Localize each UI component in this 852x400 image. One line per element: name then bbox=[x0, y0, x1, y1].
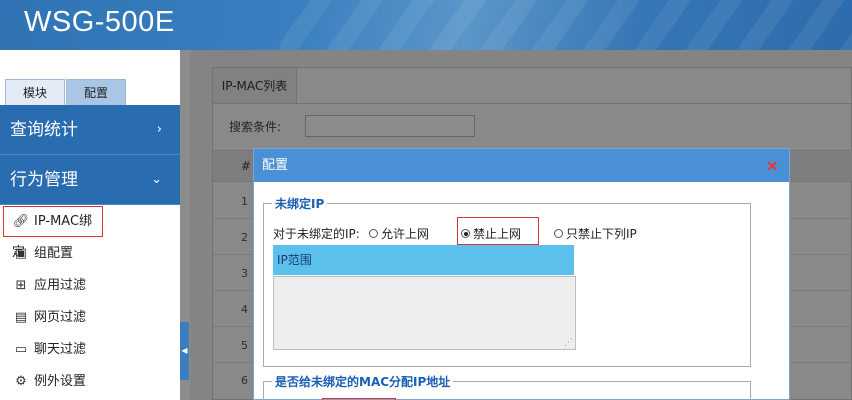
gear-icon: ⚙ bbox=[15, 374, 27, 389]
tab-config[interactable]: 配置 bbox=[66, 79, 126, 105]
dialog-header: 配置 × bbox=[254, 149, 789, 182]
ip-range-header: IP范围 bbox=[273, 245, 574, 275]
sidebar-collapse-handle[interactable]: ◀ bbox=[180, 322, 189, 380]
section-legend: 未绑定IP bbox=[272, 195, 328, 212]
radio-label: 允许上网 bbox=[381, 227, 430, 241]
sidebar-item-label: 组配置 bbox=[34, 246, 74, 261]
sidebar-submenu: 🔗︎ IP-MAC绑定 ▣ 组配置 ⊞ 应用过滤 ▤ 网页过滤 ▭ 聊天过滤 ⚙ 例外设置 bbox=[0, 205, 180, 400]
sidebar-item-chat-filter[interactable]: ▭ 聊天过滤 bbox=[0, 334, 180, 365]
config-dialog: 配置 × 未绑定IP 对于未绑定的IP: 允许上网 禁止上网 只禁止下列IP I… bbox=[253, 148, 790, 400]
sidebar-item-exception-settings[interactable]: ⚙ 例外设置 bbox=[0, 366, 180, 397]
chat-icon: ▭ bbox=[14, 342, 28, 357]
sidebar: 模块 配置 查询统计 › 行为管理 ⌄ 🔗︎ IP-MAC绑定 ▣ 组配置 ⊞ 应用过… bbox=[0, 50, 180, 400]
app-title: WSG-500E bbox=[24, 6, 175, 38]
sidebar-item-label: 聊天过滤 bbox=[34, 342, 87, 357]
resize-grip-icon[interactable]: ⋰ bbox=[564, 338, 573, 348]
sidebar-item-label: 网页过滤 bbox=[34, 310, 87, 325]
sidebar-item-label: 例外设置 bbox=[34, 374, 87, 389]
sidebar-group-label: 行为管理 bbox=[10, 170, 78, 190]
radio-allow-internet[interactable]: 允许上网 bbox=[369, 225, 429, 242]
sidebar-item-label: 应用过滤 bbox=[34, 278, 87, 293]
sidebar-group-behavior-mgmt[interactable]: 行为管理 ⌄ bbox=[0, 155, 180, 205]
sidebar-group-query-stats[interactable]: 查询统计 › bbox=[0, 105, 180, 155]
section-legend: 是否给未绑定的MAC分配IP地址 bbox=[272, 373, 454, 390]
sidebar-item-ip-mac-binding[interactable]: 🔗︎ IP-MAC绑定 bbox=[3, 206, 103, 260]
sidebar-item-app-filter[interactable]: ⊞ 应用过滤 bbox=[0, 270, 180, 301]
grid-icon: ⊞ bbox=[15, 278, 27, 293]
close-icon[interactable]: × bbox=[766, 149, 779, 182]
sidebar-tabs: 模块 配置 bbox=[0, 50, 180, 105]
highlight-box bbox=[457, 217, 539, 245]
dialog-title: 配置 bbox=[262, 158, 289, 173]
chevron-left-icon: ◀ bbox=[181, 346, 188, 355]
app-header: WSG-500E bbox=[0, 0, 852, 50]
sidebar-item-web-filter[interactable]: ▤ 网页过滤 bbox=[0, 302, 180, 333]
unbound-ip-option-label: 对于未绑定的IP: bbox=[273, 227, 360, 241]
radio-label: 只禁止下列IP bbox=[566, 227, 637, 241]
id-card-icon: ▣ bbox=[14, 246, 28, 261]
link-icon: 🔗︎ bbox=[12, 214, 30, 229]
page-icon: ▤ bbox=[14, 310, 28, 325]
tab-modules[interactable]: 模块 bbox=[5, 79, 65, 105]
chevron-down-icon: ⌄ bbox=[151, 172, 162, 187]
sidebar-group-label: 查询统计 bbox=[10, 120, 78, 140]
unbound-ip-section: 未绑定IP 对于未绑定的IP: 允许上网 禁止上网 只禁止下列IP IP范围 ⋰ bbox=[263, 195, 751, 367]
ip-range-textarea[interactable] bbox=[273, 276, 576, 350]
radio-icon bbox=[554, 229, 563, 238]
chevron-right-icon: › bbox=[156, 122, 162, 137]
radio-icon bbox=[369, 229, 378, 238]
sidebar-item-group-config[interactable]: ▣ 组配置 bbox=[0, 238, 180, 269]
radio-block-listed-ip[interactable]: 只禁止下列IP bbox=[554, 225, 637, 242]
